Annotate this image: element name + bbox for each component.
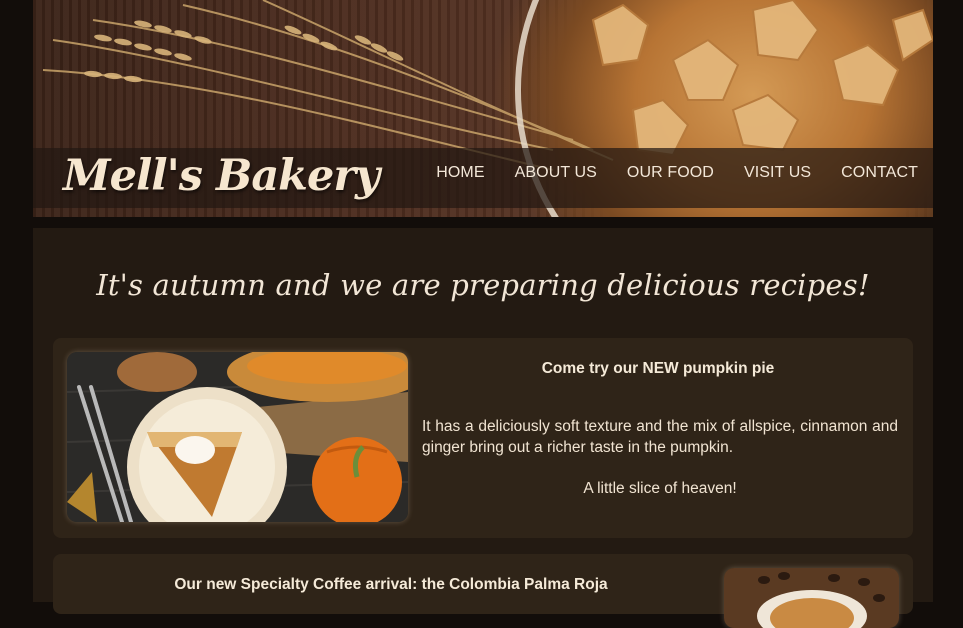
pumpkin-pie-card: Come try our NEW pumpkin pie It has a de… — [53, 338, 913, 538]
pumpkin-pie-title: Come try our NEW pumpkin pie — [541, 360, 775, 377]
page: Mell's Bakery HOME ABOUT US OUR FOOD VIS… — [33, 0, 933, 628]
coffee-card: Our new Specialty Coffee arrival: the Co… — [53, 554, 913, 628]
nav-visit-us[interactable]: VISIT US — [744, 164, 811, 182]
pumpkin-pie-tagline: A little slice of heaven! — [583, 480, 737, 497]
coffee-title: Our new Specialty Coffee arrival: the Co… — [174, 576, 608, 593]
coffee-image — [724, 568, 899, 628]
pumpkin-pie-description: It has a deliciously soft texture and th… — [422, 418, 898, 456]
nav-home[interactable]: HOME — [436, 164, 484, 182]
main-content: It's autumn and we are preparing delicio… — [33, 228, 933, 628]
bakery-logo[interactable]: Mell's Bakery — [63, 151, 380, 201]
main-nav: HOME ABOUT US OUR FOOD VISIT US CONTACT — [436, 164, 918, 182]
nav-our-food[interactable]: OUR FOOD — [627, 164, 714, 182]
hero-banner: Mell's Bakery HOME ABOUT US OUR FOOD VIS… — [33, 0, 933, 217]
pumpkin-pie-image — [67, 352, 408, 522]
page-headline: It's autumn and we are preparing delicio… — [96, 268, 870, 302]
nav-contact[interactable]: CONTACT — [841, 164, 918, 182]
nav-about-us[interactable]: ABOUT US — [515, 164, 597, 182]
navbar: Mell's Bakery HOME ABOUT US OUR FOOD VIS… — [33, 148, 933, 208]
